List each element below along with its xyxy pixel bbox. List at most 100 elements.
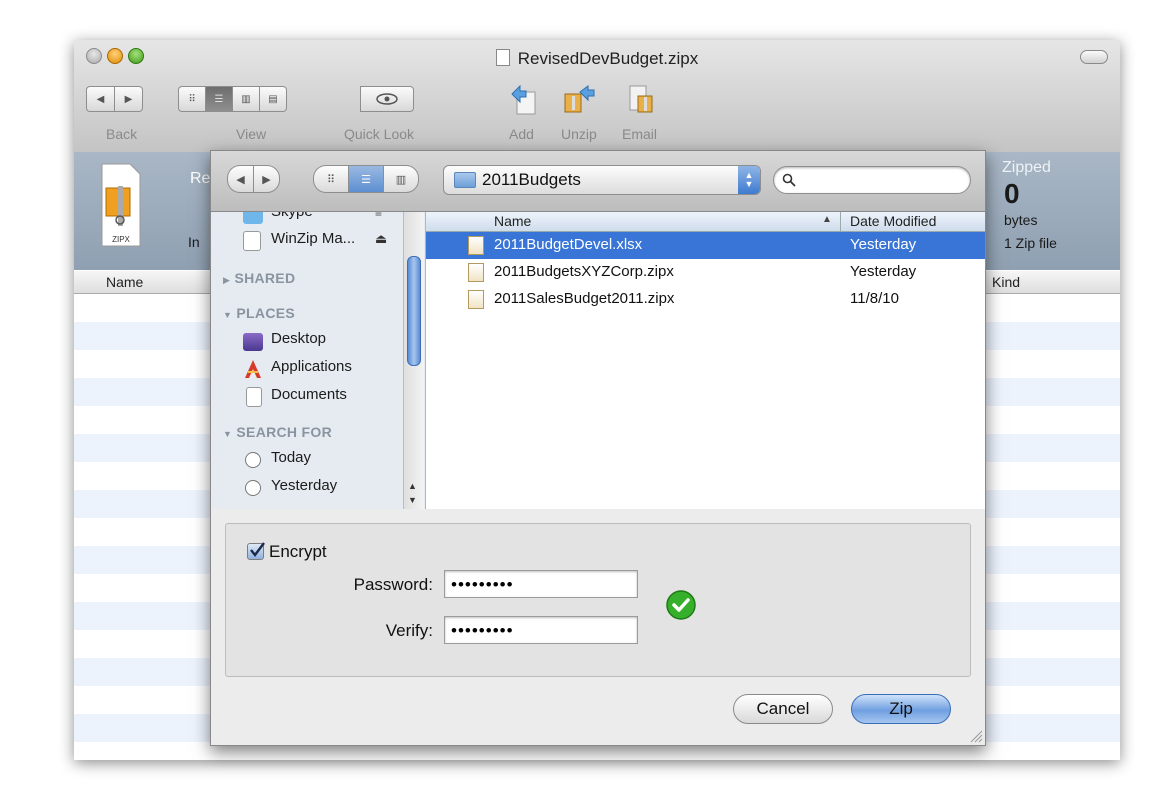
sidebar-section-search-for[interactable]: ▼ SEARCH FOR <box>223 424 332 440</box>
file-name: 2011BudgetDevel.xlsx <box>494 236 643 253</box>
sort-ascending-icon: ▲ <box>822 214 832 225</box>
zip-button[interactable]: Zip <box>851 694 951 724</box>
column-view-button[interactable]: ▥ <box>232 86 259 112</box>
zipx-file-icon: ZIPX <box>100 162 142 248</box>
sidebar-item-documents[interactable]: Documents <box>271 386 347 403</box>
verify-label: Verify: <box>385 621 433 640</box>
scrollbar-thumb[interactable] <box>407 256 421 366</box>
file-row[interactable]: 2011BudgetDevel.xlsx Yesterday <box>426 232 985 259</box>
xlsx-file-icon <box>468 236 484 255</box>
file-date: Yesterday <box>850 263 917 280</box>
name-column-header[interactable]: Name <box>106 274 143 290</box>
forward-button[interactable]: ▶ <box>114 86 143 112</box>
dialog-list-view-button[interactable]: ☰ <box>348 165 383 193</box>
dialog-icon-view-button[interactable]: ⠿ <box>313 165 348 193</box>
dialog-back-button[interactable]: ◀ <box>227 165 253 193</box>
encrypt-checkbox[interactable] <box>247 542 265 560</box>
folder-popup[interactable]: 2011Budgets ▲ ▼ <box>443 165 761 195</box>
email-icon[interactable] <box>624 82 658 116</box>
sidebar-item-today[interactable]: Today <box>271 449 311 466</box>
svg-text:ZIPX: ZIPX <box>112 235 130 244</box>
sidebar-section-places[interactable]: ▼ PLACES <box>223 305 295 321</box>
name-column-header[interactable]: Name <box>494 213 531 229</box>
disk-icon <box>243 231 261 251</box>
view-mode-control: ⠿ ☰ ▥ ▤ <box>178 86 287 112</box>
sidebar-scrollbar[interactable]: ▲ ▼ <box>403 212 424 509</box>
unzip-label: Unzip <box>561 126 597 142</box>
zipped-file-count: 1 Zip file <box>1004 235 1057 251</box>
zipped-size-unit: bytes <box>1004 212 1038 228</box>
file-row[interactable]: 2011SalesBudget2011.zipx 11/8/10 <box>426 286 985 313</box>
file-row[interactable]: 2011BudgetsXYZCorp.zipx Yesterday <box>426 259 985 286</box>
checkmark-icon <box>250 542 265 557</box>
file-name: 2011BudgetsXYZCorp.zipx <box>494 263 674 280</box>
sidebar-section-shared[interactable]: ▶ SHARED <box>223 270 295 286</box>
zipped-title: Zipped <box>1002 159 1051 176</box>
email-label: Email <box>622 126 658 142</box>
icon-view-button[interactable]: ⠿ <box>178 86 205 112</box>
toolbar-toggle-button[interactable] <box>1080 50 1108 64</box>
back-forward-control: ◀ ▶ <box>86 86 143 112</box>
password-label: Password: <box>353 575 433 594</box>
eject-icon[interactable]: ≡ <box>375 212 382 220</box>
eject-icon[interactable]: ⏏ <box>375 231 387 247</box>
zipped-size-value: 0 <box>1004 178 1020 209</box>
dialog-file-list: Name ▲ Date Modified 2011BudgetDevel.xls… <box>426 212 985 509</box>
title-toolbar: RevisedDevBudget.zipx ◀ ▶ ⠿ ☰ ▥ ▤ Back V… <box>74 40 1120 153</box>
quicklook-label: Quick Look <box>344 126 415 142</box>
password-match-icon <box>666 590 696 620</box>
search-icon <box>782 173 796 187</box>
sidebar-item-applications[interactable]: Applications <box>271 358 352 375</box>
dialog-view-mode: ⠿ ☰ ▥ <box>313 165 419 193</box>
dialog-back-forward: ◀ ▶ <box>227 165 280 193</box>
window-title: RevisedDevBudget.zipx <box>74 49 1120 69</box>
sidebar-item-yesterday[interactable]: Yesterday <box>271 477 337 494</box>
folder-name: 2011Budgets <box>482 170 581 189</box>
dialog-forward-button[interactable]: ▶ <box>253 165 280 193</box>
kind-column-header[interactable]: Kind <box>992 274 1020 290</box>
archive-name-fragment: Re <box>190 170 211 187</box>
dialog-toolbar: ◀ ▶ ⠿ ☰ ▥ 2011Budgets ▲ ▼ <box>211 151 985 212</box>
file-date: Yesterday <box>850 236 917 253</box>
quicklook-control <box>360 86 414 112</box>
eye-icon <box>376 93 398 105</box>
popup-arrows-icon: ▲ ▼ <box>738 166 760 194</box>
clock-icon <box>245 452 261 468</box>
quicklook-button[interactable] <box>360 86 414 112</box>
document-icon <box>495 49 510 66</box>
list-view-button[interactable]: ☰ <box>205 86 232 112</box>
zipx-file-icon <box>468 263 484 282</box>
documents-icon <box>246 387 262 407</box>
sidebar-item-skype[interactable]: Skype <box>271 212 313 220</box>
scroll-arrows-icon[interactable]: ▲ ▼ <box>408 479 417 507</box>
view-label: View <box>236 126 267 142</box>
add-icon[interactable] <box>508 82 542 116</box>
zip-archive-icon: ZIPX <box>101 163 141 247</box>
unzip-icon[interactable] <box>562 82 596 116</box>
resize-grip-icon[interactable] <box>969 729 983 743</box>
search-input[interactable] <box>773 166 971 194</box>
date-column-header[interactable]: Date Modified <box>850 213 936 229</box>
back-button[interactable]: ◀ <box>86 86 114 112</box>
coverflow-view-button[interactable]: ▤ <box>259 86 287 112</box>
add-files-sheet: ◀ ▶ ⠿ ☰ ▥ 2011Budgets ▲▼ Skype ≡ WinZip … <box>210 150 986 746</box>
password-field[interactable]: ••••••••• <box>444 570 638 598</box>
file-name: 2011SalesBudget2011.zipx <box>494 290 675 307</box>
add-label: Add <box>509 126 534 142</box>
clock-icon <box>245 480 261 496</box>
sidebar-item-desktop[interactable]: Desktop <box>271 330 326 347</box>
archive-location-fragment: In <box>188 234 200 250</box>
dialog-column-view-button[interactable]: ▥ <box>383 165 419 193</box>
skype-icon <box>243 212 263 224</box>
file-date: 11/8/10 <box>850 290 899 307</box>
verify-field[interactable]: ••••••••• <box>444 616 638 644</box>
encrypt-options-group <box>225 523 971 677</box>
back-label: Back <box>106 126 138 142</box>
folder-icon <box>454 172 476 188</box>
desktop-icon <box>243 333 263 351</box>
sidebar-item-winzip[interactable]: WinZip Ma... <box>271 230 355 247</box>
cancel-button[interactable]: Cancel <box>733 694 833 724</box>
zipx-file-icon <box>468 290 484 309</box>
dialog-sidebar: Skype ≡ WinZip Ma... ⏏ ▶ SHARED ▼ PLACES… <box>211 212 426 509</box>
file-list-header: Name ▲ Date Modified <box>426 212 985 232</box>
